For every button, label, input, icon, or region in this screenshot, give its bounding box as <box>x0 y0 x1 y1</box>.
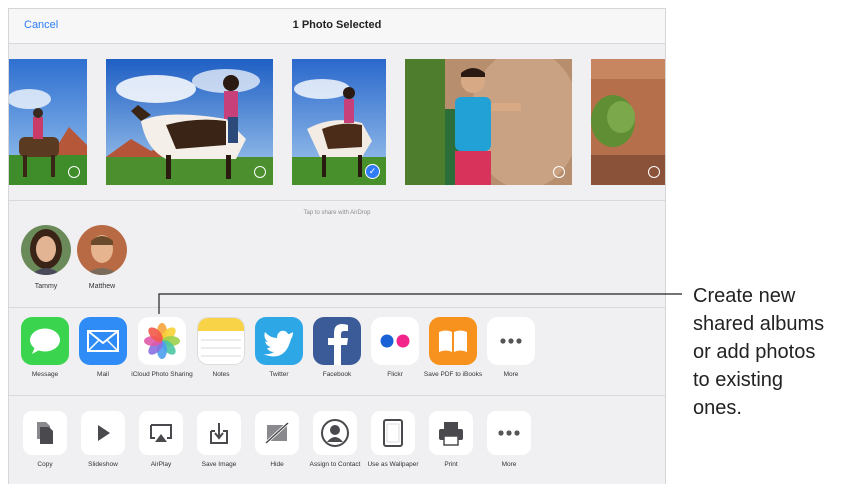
person-name: Tammy <box>34 283 58 290</box>
wallpaper-icon <box>371 411 415 455</box>
selected-check-icon[interactable]: ✓ <box>365 164 380 179</box>
airdrop-hint: Tap to share with AirDrop <box>303 210 371 216</box>
action-airplay[interactable]: AirPlay <box>132 411 190 469</box>
action-save-image[interactable]: Save Image <box>190 411 248 469</box>
photo-thumbnail[interactable] <box>9 59 87 185</box>
divider <box>9 395 665 396</box>
contact-icon <box>313 411 357 455</box>
message-icon <box>21 317 69 365</box>
divider <box>9 307 665 308</box>
share-app-notes[interactable]: Notes <box>190 317 252 379</box>
share-sheet: Cancel 1 Photo Selected ✓ Tap to share w… <box>8 8 666 484</box>
action-slideshow[interactable]: Slideshow <box>74 411 132 469</box>
action-label: Save Image <box>201 461 237 468</box>
print-icon <box>429 411 473 455</box>
action-label: Slideshow <box>88 461 118 468</box>
app-label: Notes <box>212 371 230 378</box>
action-copy[interactable]: Copy <box>16 411 74 469</box>
ibooks-icon <box>429 317 477 365</box>
facebook-icon <box>313 317 361 365</box>
selection-circle[interactable] <box>68 166 80 178</box>
avatar <box>21 225 71 275</box>
photo-thumbnail[interactable] <box>405 59 572 185</box>
action-label: Print <box>444 461 458 468</box>
flickr-icon <box>371 317 419 365</box>
hide-icon <box>255 411 299 455</box>
page-title: 1 Photo Selected <box>292 19 382 31</box>
action-print[interactable]: Print <box>422 411 480 469</box>
action-more[interactable]: More <box>480 411 538 469</box>
airdrop-person-tammy[interactable]: Tammy <box>20 225 72 290</box>
avatar <box>77 225 127 275</box>
action-label: More <box>501 461 517 468</box>
app-label: More <box>503 371 519 378</box>
play-icon <box>81 411 125 455</box>
app-label: Twitter <box>269 371 289 378</box>
photos-pinwheel-icon <box>138 317 186 365</box>
photo-strip: ✓ <box>9 43 665 217</box>
callout-line: to existing <box>693 369 784 391</box>
mail-icon <box>79 317 127 365</box>
action-label: Hide <box>270 461 284 468</box>
action-use-as-wallpaper[interactable]: Use as Wallpaper <box>364 411 422 469</box>
share-app-facebook[interactable]: Facebook <box>306 317 368 379</box>
selection-circle[interactable] <box>648 166 660 178</box>
action-assign-to-contact[interactable]: Assign to Contact <box>306 411 364 469</box>
share-app-ibooks[interactable]: Save PDF to iBooks <box>422 317 484 379</box>
more-dots-icon <box>487 411 531 455</box>
photo-thumbnail[interactable] <box>106 59 273 185</box>
action-label: Assign to Contact <box>309 461 361 468</box>
photo-thumbnail[interactable]: ✓ <box>292 59 386 185</box>
share-app-icloud-photo-sharing[interactable]: iCloud Photo Sharing <box>131 317 193 379</box>
selection-circle[interactable] <box>553 166 565 178</box>
airplay-icon <box>139 411 183 455</box>
share-app-twitter[interactable]: Twitter <box>248 317 310 379</box>
share-app-mail[interactable]: Mail <box>72 317 134 379</box>
callout-line: or add photos <box>693 341 816 363</box>
app-label: Mail <box>97 371 109 378</box>
action-label: Copy <box>37 461 53 468</box>
callout-line: shared albums <box>693 313 825 335</box>
action-label: AirPlay <box>150 461 172 468</box>
callout-line: Create new <box>693 285 796 307</box>
callout-line: ones. <box>693 397 742 419</box>
notes-icon <box>197 317 245 365</box>
person-name: Matthew <box>88 283 116 290</box>
action-hide[interactable]: Hide <box>248 411 306 469</box>
app-label: Facebook <box>322 371 352 378</box>
share-app-more[interactable]: More <box>480 317 542 379</box>
share-app-flickr[interactable]: Flickr <box>364 317 426 379</box>
app-label: iCloud Photo Sharing <box>131 371 193 378</box>
photo-thumbnail[interactable] <box>591 59 665 185</box>
divider <box>9 200 665 201</box>
navigation-bar: Cancel 1 Photo Selected <box>9 9 665 44</box>
selection-circle[interactable] <box>254 166 266 178</box>
action-label: Use as Wallpaper <box>367 461 419 468</box>
app-label: Save PDF to iBooks <box>423 371 483 378</box>
more-dots-icon <box>487 317 535 365</box>
app-label: Message <box>31 371 59 378</box>
airdrop-person-matthew[interactable]: Matthew <box>76 225 128 290</box>
callout-text: Create new shared albums or add photos t… <box>693 282 824 422</box>
share-app-message[interactable]: Message <box>14 317 76 379</box>
twitter-bird-icon <box>255 317 303 365</box>
save-image-icon <box>197 411 241 455</box>
copy-icon <box>23 411 67 455</box>
app-label: Flickr <box>387 371 403 378</box>
